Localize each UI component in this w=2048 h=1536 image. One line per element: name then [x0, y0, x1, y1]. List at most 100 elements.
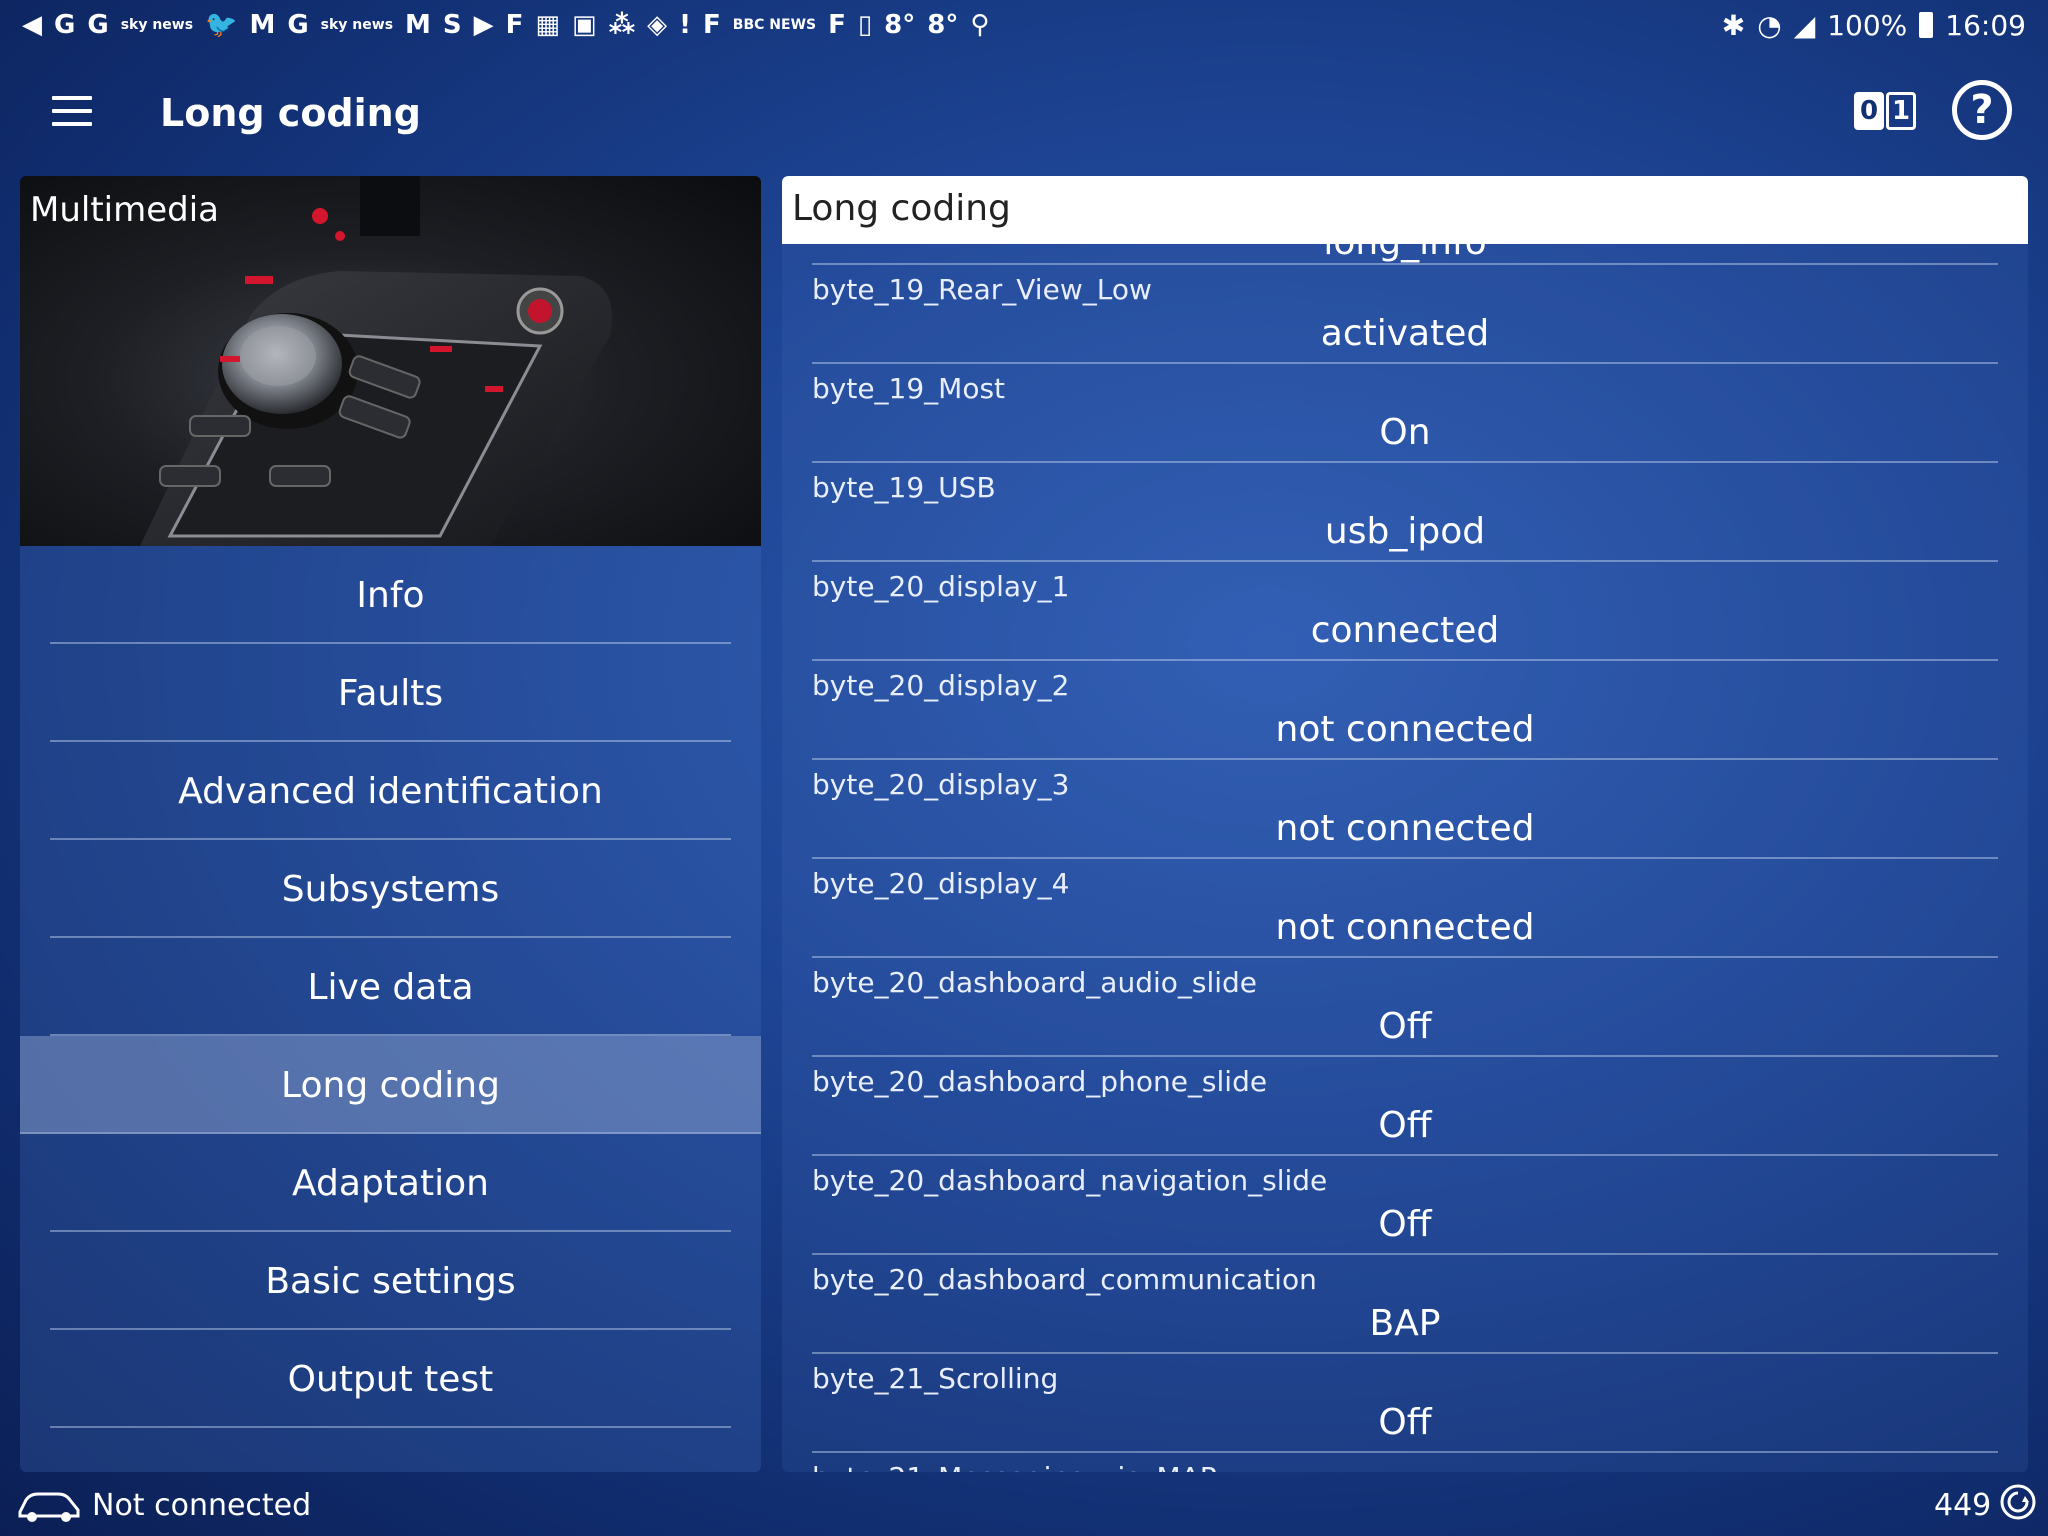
coding-label: byte_20_dashboard_navigation_slide [812, 1164, 1328, 1197]
coding-value: On [1379, 412, 1431, 453]
nav-item-output-test[interactable]: Output test [20, 1330, 761, 1428]
coding-row[interactable]: byte_20_dashboard_audio_slide Off [812, 958, 1998, 1057]
clock: 16:09 [1945, 8, 2026, 42]
location-icon: ⚲ [970, 10, 990, 40]
guardian-icon-2: G [87, 10, 109, 40]
battery-percent: 100% [1827, 8, 1908, 42]
flipboard-icon-3: F [828, 10, 846, 40]
nav-item-advanced-identification[interactable]: Advanced identification [20, 742, 761, 840]
nav-item-adaptation[interactable]: Adaptation [20, 1134, 761, 1232]
coding-value: not connected [1275, 907, 1535, 948]
nav-item-info[interactable]: Info [20, 546, 761, 644]
nav-item-label: Output test [287, 1358, 494, 1400]
nav-item-label: Info [356, 574, 425, 616]
nav-item-label: Faults [337, 672, 444, 714]
coding-label: byte_19_Rear_View_Low [812, 273, 1152, 306]
coding-label: byte_20_display_2 [812, 669, 1070, 702]
youtube-icon: ▶ [473, 10, 494, 40]
battery-icon [1919, 12, 1934, 38]
coding-row[interactable]: byte_19_Most On [812, 364, 1998, 463]
coding-value: Off [1378, 1105, 1432, 1146]
guardian-icon: G [54, 10, 76, 40]
module-title: Multimedia [30, 190, 220, 230]
coding-label: byte_20_dashboard_communication [812, 1263, 1317, 1296]
nav-item-basic-settings[interactable]: Basic settings [20, 1232, 761, 1330]
coding-row[interactable]: byte_20_display_2not connected [812, 661, 1998, 760]
coding-row[interactable]: byte_20_dashboard_navigation_slide Off [812, 1156, 1998, 1255]
car-icon [18, 1492, 80, 1522]
nav-item-faults[interactable]: Faults [20, 644, 761, 742]
hamburger-menu-icon[interactable] [52, 96, 92, 126]
coding-row[interactable]: byte_20_display_4not connected [812, 859, 1998, 958]
coding-label: byte_20_display_3 [812, 768, 1070, 801]
coding-value: activated [1320, 313, 1490, 354]
coding-label: byte_20_dashboard_phone_slide [812, 1065, 1268, 1098]
gmail-icon: M [249, 10, 276, 40]
coding-value: Off [1378, 1006, 1432, 1047]
volume-icon: ◀ [22, 10, 42, 40]
alert-message-icon: ! [679, 10, 692, 40]
panel-header: Long coding [782, 176, 2028, 244]
sky-news-icon: sky news [120, 17, 194, 33]
counter: 449 [1934, 1488, 1992, 1523]
coding-label: byte_20_display_1 [812, 570, 1070, 603]
coding-value: Off [1378, 1402, 1432, 1443]
nav-item-long-coding[interactable]: Long coding [20, 1036, 761, 1134]
nav-item-label: Subsystems [281, 868, 500, 910]
coding-row[interactable]: byte_20_display_1 connected [812, 562, 1998, 661]
guardian-icon-3: G [287, 10, 309, 40]
coding-row[interactable]: byte_20_dashboard_communication BAP [812, 1255, 1998, 1354]
nav-item-label: Basic settings [265, 1260, 516, 1302]
nav-item-subsystems[interactable]: Subsystems [20, 840, 761, 938]
image-icon: ▣ [571, 10, 597, 40]
nav-item-label: Advanced identification [178, 770, 603, 812]
bluetooth-icon: ✱ [1721, 8, 1746, 42]
coding-value: connected [1310, 610, 1500, 651]
coding-row[interactable]: byte_20_display_3 not connected [812, 760, 1998, 859]
coding-value: BAP [1369, 1303, 1441, 1344]
bottom-bar: Not connected 449 [0, 1478, 2048, 1536]
sim-icon: ▯ [857, 10, 873, 40]
nav-item-label: Long coding [281, 1064, 500, 1106]
page-title: Long coding [160, 91, 421, 135]
coding-label: byte_21_Messaging_via_MAP [812, 1461, 1217, 1472]
coding-value: not connected [1275, 709, 1535, 750]
gmail-icon-2: M [405, 10, 431, 40]
module-nav: Info Faults Advanced identification Subsyst… [20, 546, 761, 1428]
app-bar: Long coding 0 1 ? [0, 56, 2048, 174]
flipboard-icon: F [505, 10, 524, 40]
grapes-icon: ⁂ [608, 10, 636, 40]
connection-status: Not connected [92, 1488, 312, 1523]
help-button[interactable]: ? [1952, 80, 2012, 140]
mmi-controller-illustration [140, 176, 612, 546]
coding-label: byte_19_Most [812, 372, 1006, 405]
binary-view-button[interactable]: 0 1 [1854, 92, 1916, 132]
coding-label: byte_20_dashboard_audio_slide [812, 966, 1258, 999]
telegraph-icon: ◈ [647, 10, 668, 40]
nav-item-live-data[interactable]: Live data [20, 938, 761, 1036]
coding-row[interactable]: byte_20_dashboard_phone_slide Off [812, 1057, 1998, 1156]
coding-list[interactable]: byte_19_Rear_View_Low activated byte_19_Mo… [812, 263, 1998, 1472]
flipboard-icon-2: F [703, 10, 721, 40]
sky-news-icon-2: sky news [320, 17, 394, 33]
coding-value: Off [1378, 1204, 1432, 1245]
notification-icons: ◀ G Gsky news 🐦 M Gsky news M S ▶ F ▦ ▣ ⁂ ◈! F BBC NEWS… [22, 6, 989, 44]
left-panel: Multimedia Info Faults Advanced identifica… [20, 176, 761, 1472]
binary-one-icon: 1 [1886, 92, 1916, 130]
s-app-icon: S [442, 10, 462, 40]
bbc-news-icon: BBC NEWS [732, 17, 817, 33]
wifi-icon: ◔ [1757, 8, 1782, 42]
coding-row[interactable]: byte_21_Scrolling Off [812, 1354, 1998, 1453]
temperature: 8° [884, 10, 916, 40]
multimedia-hero-image: Multimedia [20, 176, 761, 546]
coding-label: byte_20_display_4 [812, 867, 1070, 900]
refresh-icon[interactable] [1998, 1482, 2038, 1522]
coding-row[interactable]: byte_19_Rear_View_Low activated [812, 263, 1998, 364]
temperature-small: 8° [927, 10, 959, 40]
coding-row[interactable]: byte_19_USB usb_ipod [812, 463, 1998, 562]
coding-label: byte_21_Scrolling [812, 1362, 1059, 1395]
status-bar: ◀ G Gsky news 🐦 M Gsky news M S ▶ F ▦ ▣ ⁂ ◈! F BBC NEWS… [0, 0, 2048, 50]
coding-row[interactable]: byte_21_Messaging_via_MAP [812, 1453, 1998, 1472]
binary-zero-icon: 0 [1854, 92, 1884, 130]
panel-title: Long coding [792, 188, 1011, 229]
